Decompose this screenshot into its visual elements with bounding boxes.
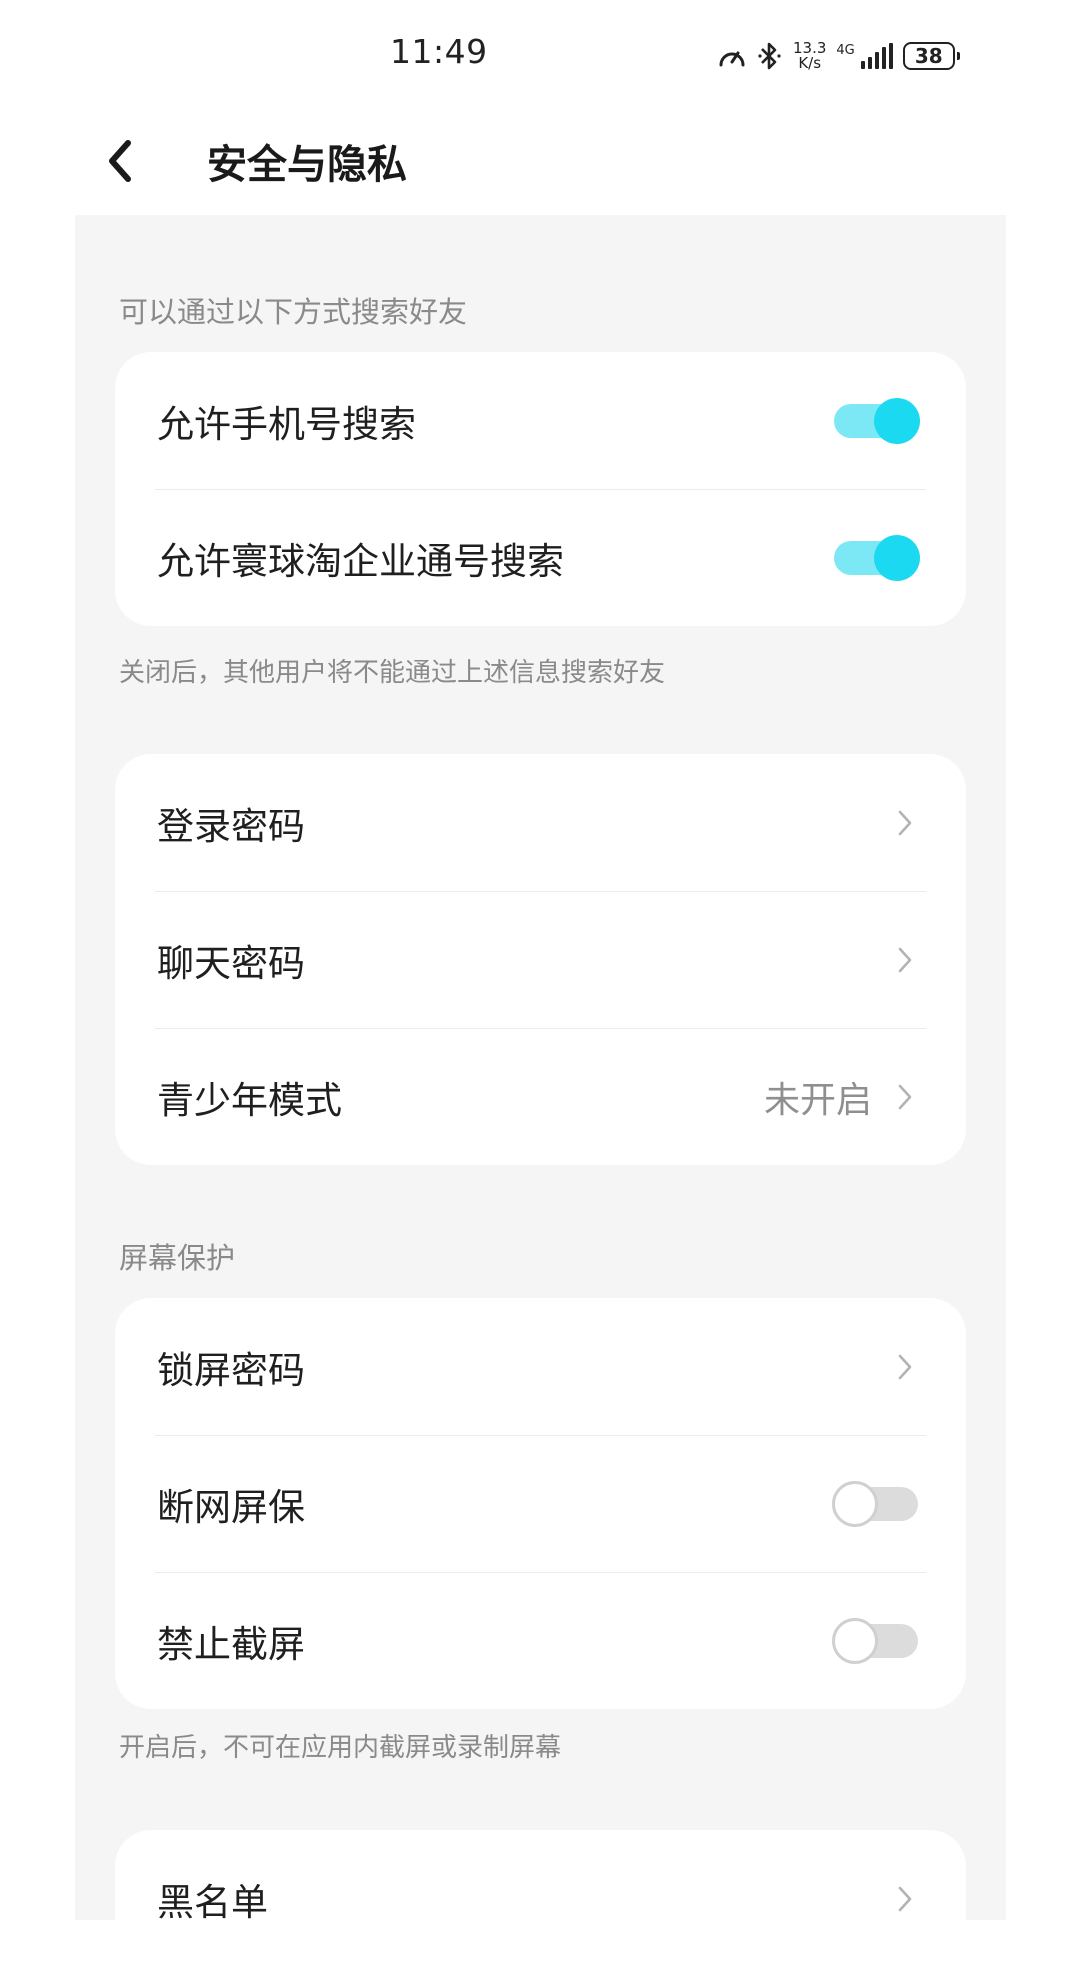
search-section-label: 可以通过以下方式搜索好友 — [119, 295, 468, 329]
bluetooth-icon — [757, 41, 783, 71]
chevron-right-icon — [894, 1882, 916, 1916]
status-time: 11:49 — [390, 32, 488, 71]
lock-screen-password-label: 锁屏密码 — [157, 1348, 305, 1392]
chevron-right-icon — [894, 806, 916, 840]
teen-mode-row[interactable]: 青少年模式 未开启 — [115, 1028, 966, 1165]
chevron-left-icon — [106, 139, 134, 187]
teen-mode-label: 青少年模式 — [157, 1078, 342, 1122]
phone-search-toggle[interactable] — [834, 397, 920, 444]
offline-screensaver-label: 断网屏保 — [157, 1485, 305, 1529]
chevron-right-icon — [894, 1350, 916, 1384]
status-icons: 13.3 K/s 4G 38 — [717, 36, 960, 76]
speedometer-icon — [717, 43, 747, 69]
page-title: 安全与隐私 — [207, 142, 407, 188]
chevron-right-icon — [894, 943, 916, 977]
search-settings-card: 允许手机号搜索 允许寰球淘企业通号搜索 — [115, 352, 966, 626]
screen-protection-card: 锁屏密码 断网屏保 禁止截屏 — [115, 1298, 966, 1709]
chat-password-row[interactable]: 聊天密码 — [115, 891, 966, 1028]
block-screenshot-toggle[interactable] — [832, 1617, 918, 1664]
block-screenshot-row: 禁止截屏 — [115, 1572, 966, 1709]
enterprise-id-search-label: 允许寰球淘企业通号搜索 — [157, 539, 564, 583]
chat-password-label: 聊天密码 — [157, 941, 305, 985]
network-speed: 13.3 K/s — [793, 41, 826, 71]
password-settings-card: 登录密码 聊天密码 青少年模式 未开启 — [115, 754, 966, 1165]
header: 安全与隐私 — [0, 110, 1080, 215]
settings-content: 可以通过以下方式搜索好友 允许手机号搜索 允许寰球淘企业通号搜索 关闭后，其他用… — [75, 215, 1006, 1967]
blacklist-row[interactable]: 黑名单 — [115, 1830, 966, 1967]
lock-screen-password-row[interactable]: 锁屏密码 — [115, 1298, 966, 1435]
teen-mode-status: 未开启 — [763, 1079, 872, 1121]
block-screenshot-label: 禁止截屏 — [157, 1622, 305, 1666]
login-password-label: 登录密码 — [157, 804, 305, 848]
offline-screensaver-row: 断网屏保 — [115, 1435, 966, 1572]
screen-protection-label: 屏幕保护 — [119, 1241, 236, 1275]
signal-strength-icon: 4G — [836, 43, 893, 69]
network-speed-unit: K/s — [798, 54, 822, 72]
blacklist-label: 黑名单 — [157, 1880, 268, 1924]
enterprise-id-search-row: 允许寰球淘企业通号搜索 — [115, 489, 966, 626]
offline-screensaver-toggle[interactable] — [832, 1480, 918, 1527]
phone-search-row: 允许手机号搜索 — [115, 352, 966, 489]
chevron-right-icon — [894, 1080, 916, 1114]
back-button[interactable] — [95, 133, 145, 193]
screen-protection-hint: 开启后，不可在应用内截屏或录制屏幕 — [119, 1733, 562, 1763]
enterprise-id-search-toggle[interactable] — [834, 534, 920, 581]
search-section-hint: 关闭后，其他用户将不能通过上述信息搜索好友 — [119, 658, 666, 688]
phone-search-label: 允许手机号搜索 — [157, 402, 416, 446]
battery-level: 38 — [914, 44, 943, 68]
login-password-row[interactable]: 登录密码 — [115, 754, 966, 891]
status-bar: 11:49 13.3 K/s 4G 38 — [0, 0, 1080, 110]
network-type: 4G — [836, 43, 855, 58]
blacklist-card: 黑名单 — [115, 1830, 966, 1967]
battery-icon: 38 — [902, 42, 960, 70]
